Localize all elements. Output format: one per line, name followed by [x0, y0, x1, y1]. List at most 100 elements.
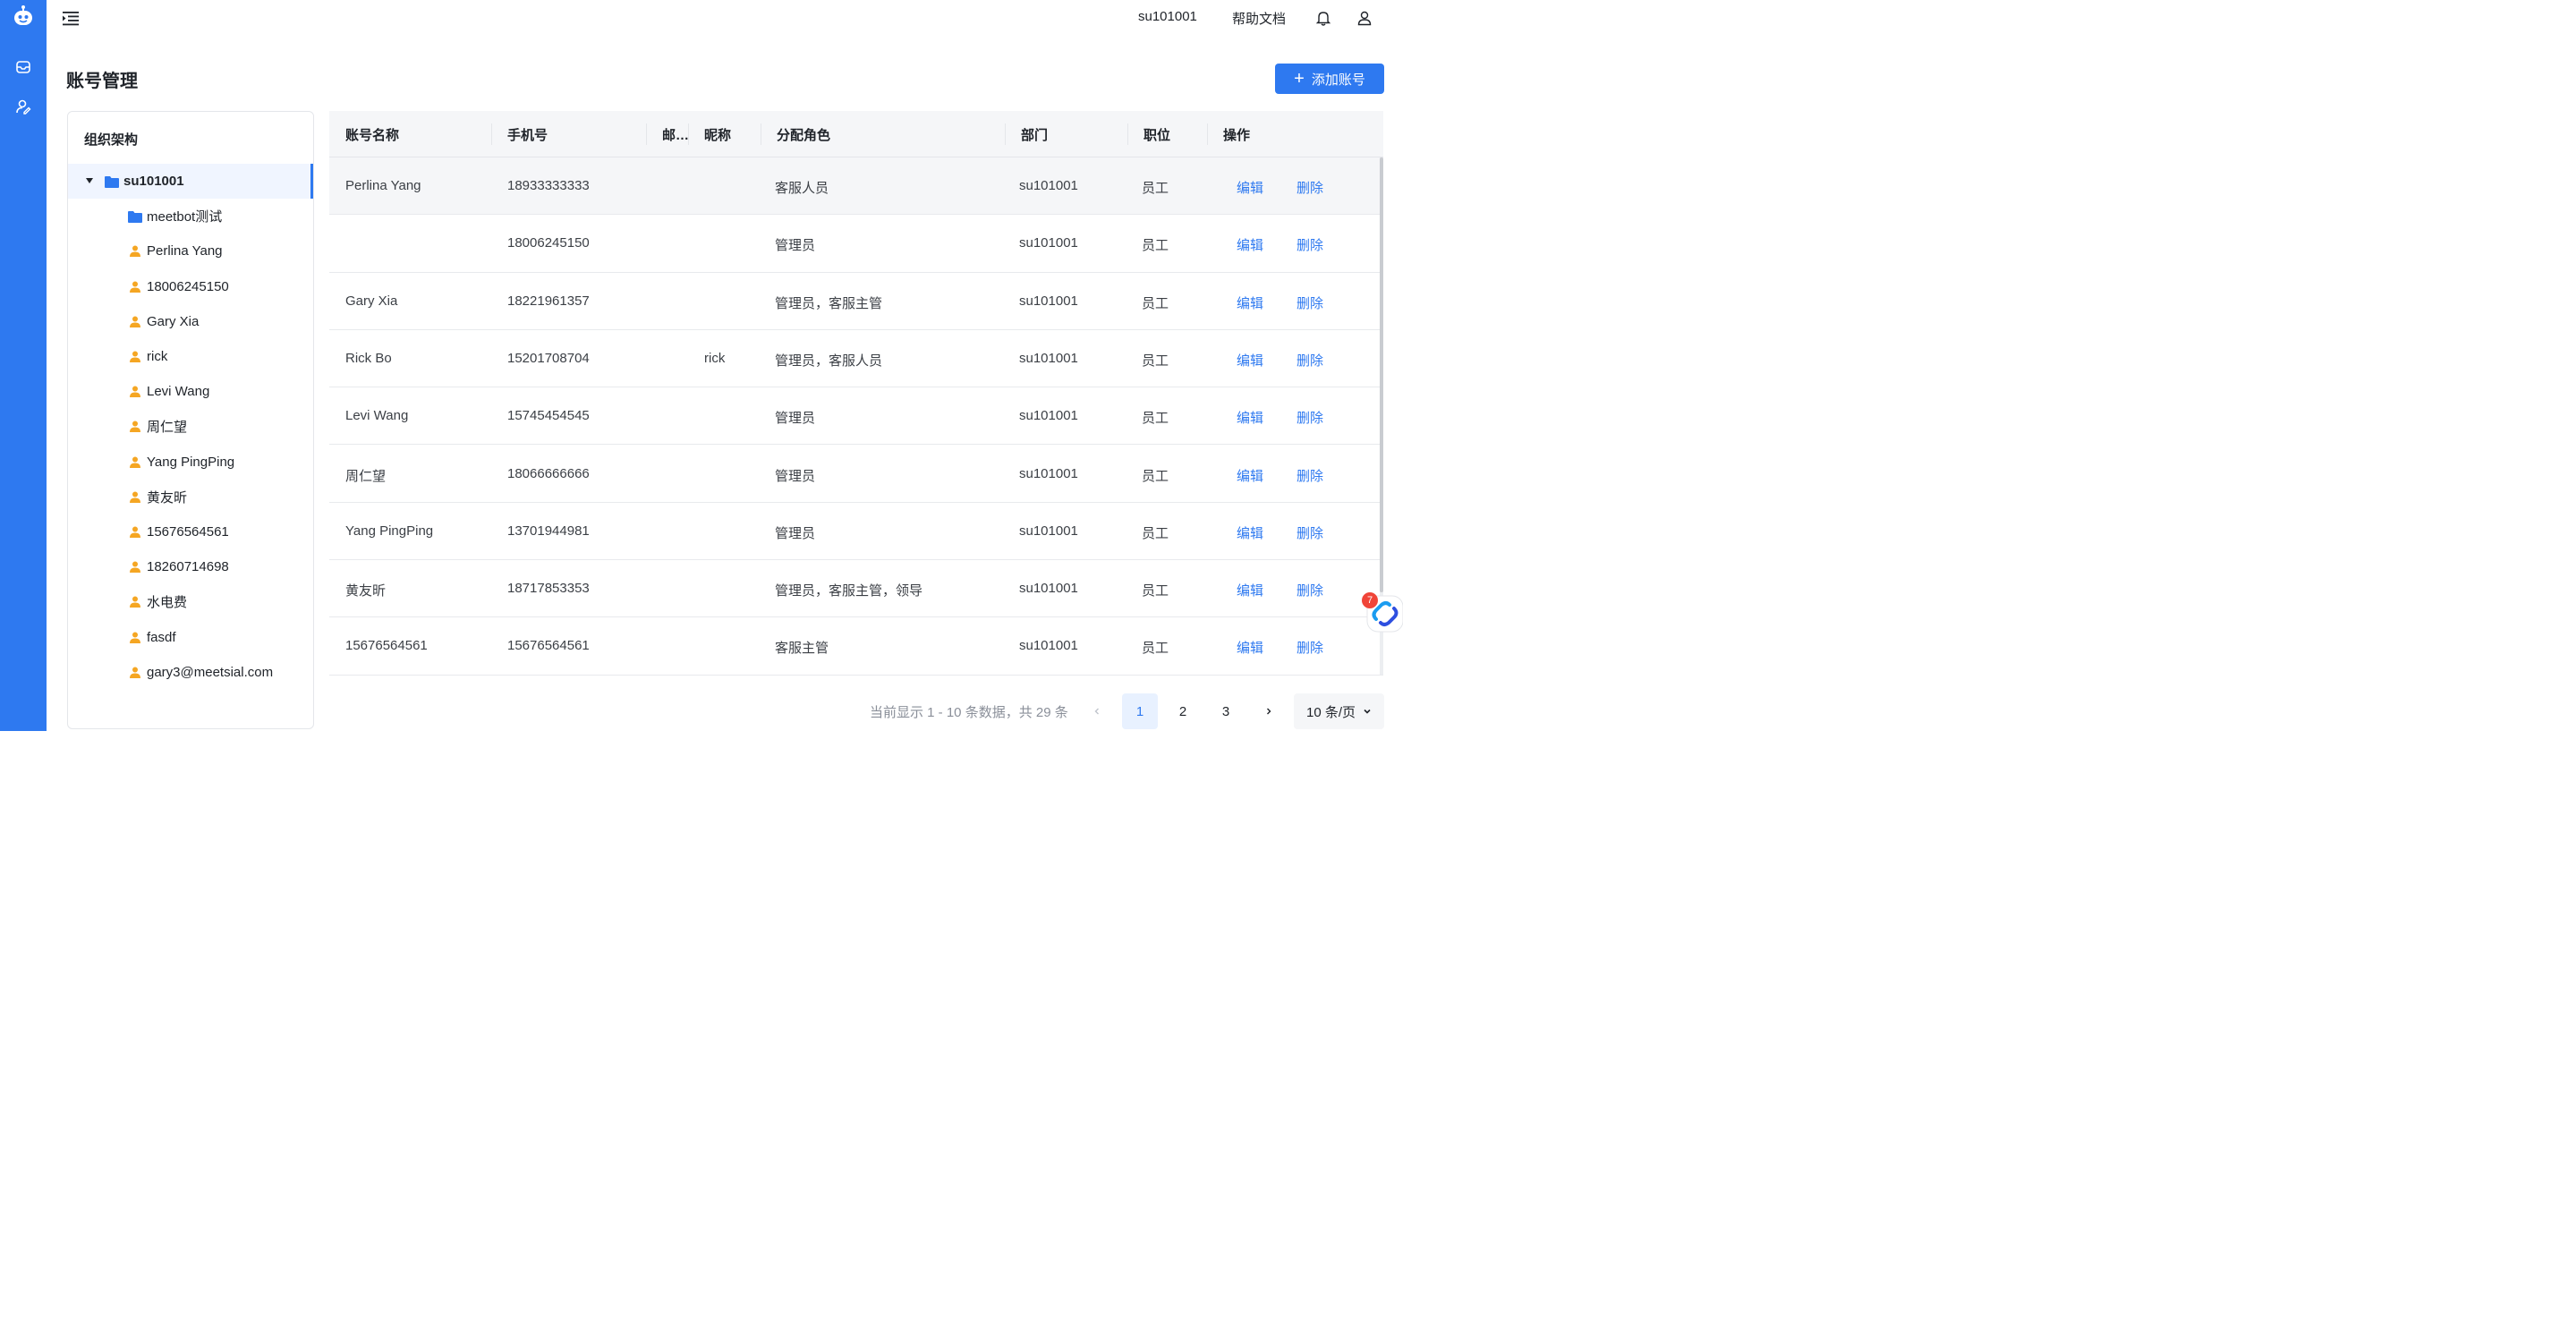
- person-icon: [130, 456, 140, 468]
- robot-logo-icon[interactable]: [12, 4, 35, 28]
- org-panel-title: 组织架构: [84, 132, 139, 148]
- edit-button[interactable]: 编辑: [1237, 638, 1263, 657]
- table-row[interactable]: Levi Wang 15745454545 管理员 su101001 员工 编辑 删除: [329, 387, 1383, 446]
- add-account-label: 添加账号: [1311, 72, 1365, 88]
- cell-position: 员工: [1142, 238, 1169, 254]
- column-header-actions: 操作: [1223, 128, 1251, 143]
- column-header-account-name: 账号名称: [345, 128, 400, 143]
- edit-button[interactable]: 编辑: [1237, 466, 1263, 485]
- cell-account-name: Yang PingPing: [345, 523, 434, 539]
- column-divider[interactable]: [491, 123, 492, 145]
- delete-button[interactable]: 删除: [1297, 293, 1323, 312]
- cell-department: su101001: [1019, 350, 1078, 366]
- cell-phone: 18717853353: [507, 581, 590, 597]
- tree-node[interactable]: 15676564561: [68, 514, 313, 549]
- edit-button[interactable]: 编辑: [1237, 523, 1263, 542]
- tree-node[interactable]: gary3@meetsial.com: [68, 655, 313, 690]
- left-nav-rail: [0, 0, 47, 731]
- table-row[interactable]: Gary Xia 18221961357 管理员，客服主管 su101001 员工 编辑 删…: [329, 273, 1383, 330]
- edit-button[interactable]: 编辑: [1237, 235, 1263, 254]
- cell-department: su101001: [1019, 235, 1078, 251]
- edit-button[interactable]: 编辑: [1237, 178, 1263, 197]
- cell-position: 员工: [1142, 583, 1169, 599]
- bell-icon[interactable]: [1314, 9, 1332, 27]
- cell-roles: 客服人员: [775, 181, 829, 196]
- tree-node[interactable]: 18006245150: [68, 269, 313, 304]
- inbox-icon[interactable]: [14, 58, 32, 76]
- delete-button[interactable]: 删除: [1297, 408, 1323, 427]
- edit-button[interactable]: 编辑: [1237, 351, 1263, 370]
- org-tree[interactable]: su101001 meetbot测试 Perlina Yang 1800624515…: [68, 164, 313, 704]
- delete-button[interactable]: 删除: [1297, 581, 1323, 599]
- page-1-button[interactable]: 1: [1122, 693, 1158, 729]
- tree-node[interactable]: 18260714698: [68, 549, 313, 584]
- page-3-button[interactable]: 3: [1208, 693, 1244, 729]
- cell-account-name: Levi Wang: [345, 408, 409, 424]
- tree-node-label: rick: [147, 349, 168, 365]
- column-divider[interactable]: [1005, 123, 1006, 145]
- add-account-button[interactable]: + 添加账号: [1275, 64, 1384, 94]
- prev-page-button[interactable]: [1079, 693, 1115, 729]
- tree-node-root[interactable]: su101001: [68, 164, 313, 200]
- cell-phone: 15201708704: [507, 350, 590, 366]
- cell-department: su101001: [1019, 581, 1078, 597]
- delete-button[interactable]: 删除: [1297, 466, 1323, 485]
- page-title: 账号管理: [66, 72, 138, 91]
- column-divider[interactable]: [1127, 123, 1128, 145]
- column-header-department: 部门: [1021, 128, 1049, 143]
- tree-node[interactable]: Gary Xia: [68, 304, 313, 339]
- page-size-select[interactable]: 10 条/页: [1294, 693, 1384, 729]
- table-scrollbar-thumb[interactable]: [1380, 157, 1383, 592]
- table-row[interactable]: 周仁望 18066666666 管理员 su101001 员工 编辑 删除: [329, 446, 1383, 503]
- tree-node[interactable]: Levi Wang: [68, 374, 313, 409]
- help-docs-link[interactable]: 帮助文档: [1232, 9, 1286, 28]
- cell-phone: 18006245150: [507, 235, 590, 251]
- cell-account-name: Gary Xia: [345, 293, 398, 309]
- menu-collapse-icon[interactable]: [61, 8, 81, 28]
- delete-button[interactable]: 删除: [1297, 235, 1323, 254]
- tree-node[interactable]: Yang PingPing: [68, 445, 313, 480]
- tree-node[interactable]: 周仁望: [68, 409, 313, 444]
- delete-button[interactable]: 删除: [1297, 523, 1323, 542]
- user-edit-icon[interactable]: [14, 98, 32, 115]
- delete-button[interactable]: 删除: [1297, 178, 1323, 197]
- delete-button[interactable]: 删除: [1297, 638, 1323, 657]
- table-row[interactable]: Yang PingPing 13701944981 管理员 su101001 员工 编辑 删…: [329, 503, 1383, 561]
- tree-node[interactable]: 黄友昕: [68, 480, 313, 514]
- current-user[interactable]: su101001: [1138, 9, 1197, 24]
- column-divider[interactable]: [1207, 123, 1208, 145]
- tree-node[interactable]: rick: [68, 339, 313, 374]
- column-divider[interactable]: [646, 123, 647, 145]
- cell-department: su101001: [1019, 293, 1078, 309]
- tree-node[interactable]: Perlina Yang: [68, 234, 313, 268]
- next-page-button[interactable]: [1251, 693, 1287, 729]
- cell-roles: 管理员: [775, 411, 816, 427]
- tree-node[interactable]: meetbot测试: [68, 199, 313, 234]
- table-row[interactable]: 黄友昕 18717853353 管理员，客服主管，领导 su101001 员工 编辑 删除: [329, 560, 1383, 618]
- table-header: 账号名称 手机号 邮… 昵称 分配角色 部门 职位 操作: [329, 111, 1383, 157]
- edit-button[interactable]: 编辑: [1237, 408, 1263, 427]
- edit-button[interactable]: 编辑: [1237, 581, 1263, 599]
- table-row[interactable]: Rick Bo 15201708704 rick 管理员，客服人员 su101001 员工…: [329, 330, 1383, 388]
- person-icon: [130, 386, 140, 398]
- cell-position: 员工: [1142, 295, 1169, 311]
- edit-button[interactable]: 编辑: [1237, 293, 1263, 312]
- table-row[interactable]: 15676564561 15676564561 客服主管 su101001 员工 编辑 删除: [329, 617, 1383, 676]
- page-2-button[interactable]: 2: [1165, 693, 1201, 729]
- person-icon: [130, 316, 140, 327]
- column-header-nickname: 昵称: [704, 128, 732, 143]
- caret-down-icon[interactable]: [86, 177, 93, 184]
- pagination-info: 当前显示 1 - 10 条数据，共 29 条: [870, 705, 1068, 720]
- cell-nickname: rick: [704, 350, 726, 366]
- table-row[interactable]: Perlina Yang 18933333333 客服人员 su101001 员工 编辑 删…: [329, 157, 1383, 216]
- tree-node[interactable]: 水电费: [68, 584, 313, 619]
- cell-department: su101001: [1019, 178, 1078, 193]
- tree-node[interactable]: fasdf: [68, 619, 313, 654]
- column-divider[interactable]: [688, 123, 689, 145]
- tree-node-label: gary3@meetsial.com: [147, 664, 274, 680]
- notification-badge: 7: [1362, 592, 1378, 608]
- user-profile-icon[interactable]: [1356, 9, 1373, 27]
- accounts-table: 账号名称 手机号 邮… 昵称 分配角色 部门 职位 操作 Perlina Yan…: [329, 111, 1383, 676]
- table-row[interactable]: 18006245150 管理员 su101001 员工 编辑 删除: [329, 215, 1383, 273]
- delete-button[interactable]: 删除: [1297, 351, 1323, 370]
